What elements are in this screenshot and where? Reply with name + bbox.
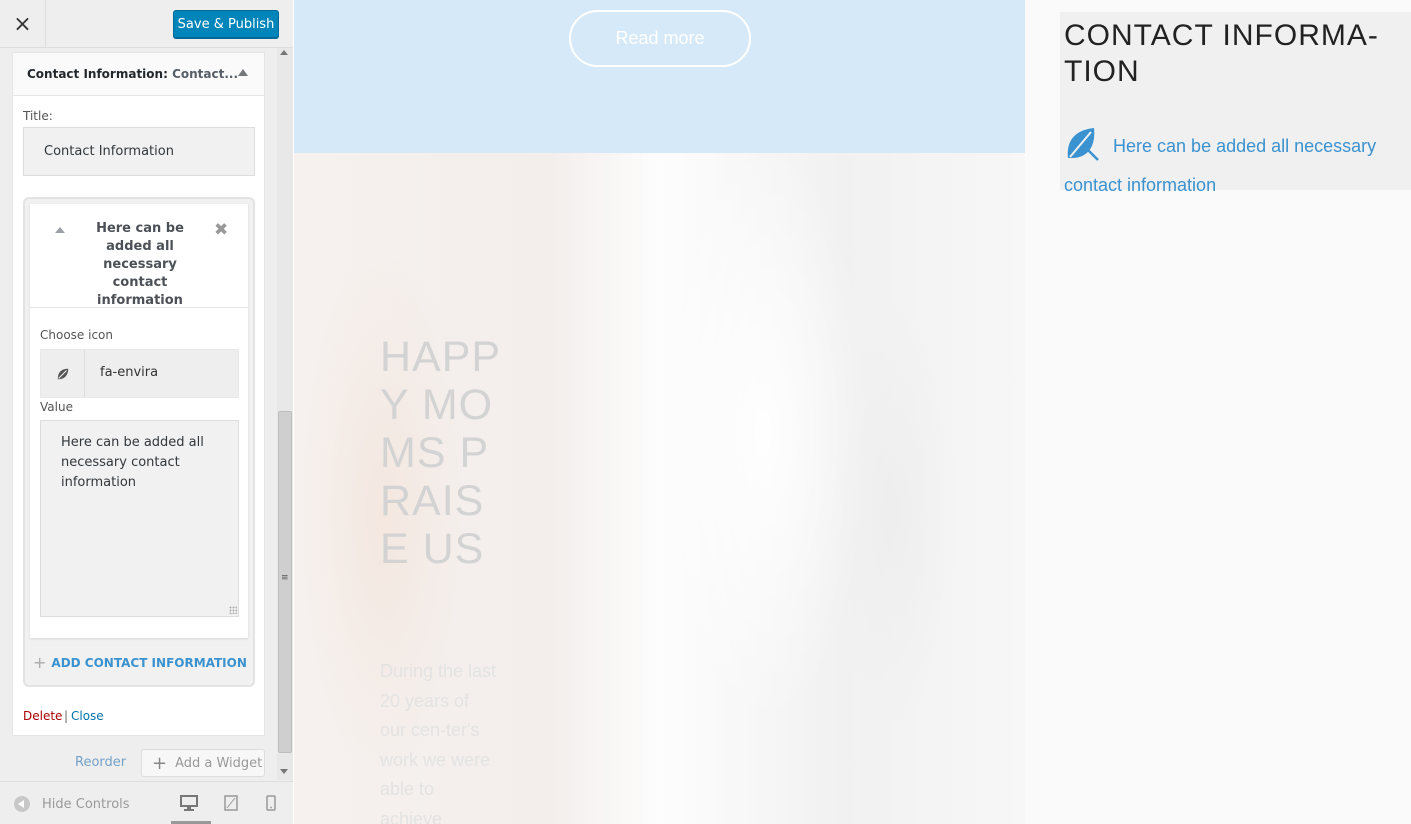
contact-item-title: Here can be added all necessary contact … (96, 221, 184, 308)
leaf-icon (1064, 126, 1100, 171)
contact-widget-text: Here can be added all necessary contact … (1064, 136, 1377, 195)
customizer-footer: Hide Controls (0, 781, 293, 824)
leaf-icon (41, 350, 85, 397)
section-intro-text: During the last 20 years of our cen-ter'… (380, 661, 497, 824)
collapse-circle-icon (14, 796, 30, 812)
add-contact-label: ADD CONTACT INFORMATION (51, 655, 247, 670)
plus-icon: + (152, 752, 168, 774)
icon-select[interactable]: fa-envira (40, 349, 239, 398)
site-preview: Read more HAPPY MOMS PRAISE US During th… (294, 0, 1025, 824)
read-more-button[interactable]: Read more (569, 10, 751, 67)
scroll-down-arrow-icon[interactable] (280, 769, 288, 774)
choose-icon-label: Choose icon (40, 328, 113, 342)
scroll-up-arrow-icon[interactable] (280, 50, 288, 55)
title-input[interactable]: Contact Information (23, 127, 255, 176)
mobile-preview-icon[interactable] (266, 795, 276, 815)
customizer-sidebar: × Save & Publish Contact Information: Co… (0, 0, 293, 824)
resize-handle-icon[interactable] (229, 606, 237, 614)
value-textarea[interactable]: Here can be added all necessary contact … (40, 420, 239, 617)
scroll-grip-icon: ≡ (281, 573, 289, 583)
contact-repeater: Here can be added all necessary contact … (23, 197, 255, 687)
customizer-header: × Save & Publish (0, 0, 293, 48)
hide-controls-label: Hide Controls (42, 796, 130, 812)
section-heading: HAPPY MOMS PRAISE US (380, 333, 502, 573)
add-widget-button[interactable]: + Add a Widget (141, 749, 265, 777)
contact-item-card: Here can be added all necessary contact … (30, 204, 248, 638)
close-link[interactable]: Close (71, 709, 104, 723)
desktop-preview-icon[interactable] (180, 795, 198, 815)
plus-icon: + (33, 653, 47, 672)
add-contact-information-button[interactable]: + ADD CONTACT INFORMATION (33, 653, 247, 672)
widget-title-sub: Contact... (172, 67, 239, 81)
widget-header[interactable]: Contact Information: Contact... (13, 53, 264, 96)
widget-title-main: Contact Information: (27, 67, 168, 81)
contact-widget-line: Here can be added all necessary contact … (1064, 126, 1406, 200)
widget-preview-area: CONTACT INFORMA-TION Here can be added a… (1025, 0, 1411, 824)
remove-item-icon[interactable]: ✖ (214, 220, 228, 240)
contact-widget-preview: CONTACT INFORMA-TION Here can be added a… (1060, 12, 1411, 195)
icon-value: fa-envira (100, 365, 159, 380)
collapse-arrow-icon[interactable] (55, 227, 65, 233)
hide-controls-button[interactable]: Hide Controls (14, 796, 130, 812)
hero-band: Read more (294, 0, 1025, 153)
title-field-label: Title: (23, 109, 53, 123)
tablet-preview-icon[interactable] (224, 795, 238, 815)
close-customizer-button[interactable]: × (0, 0, 46, 48)
widget-panel: Contact Information: Contact... Title: C… (12, 52, 265, 736)
add-widget-label: Add a Widget (175, 755, 263, 771)
widget-title: Contact Information: Contact... (27, 67, 238, 81)
link-separator: | (64, 709, 69, 723)
save-publish-button[interactable]: Save & Publish (173, 10, 279, 38)
delete-link[interactable]: Delete (23, 709, 62, 723)
collapse-arrow-icon[interactable] (238, 69, 248, 76)
contact-widget-heading: CONTACT INFORMA-TION (1064, 19, 1379, 88)
reorder-link[interactable]: Reorder (75, 755, 126, 770)
contact-item-header[interactable]: Here can be added all necessary contact … (30, 204, 248, 308)
value-label: Value (40, 400, 73, 414)
